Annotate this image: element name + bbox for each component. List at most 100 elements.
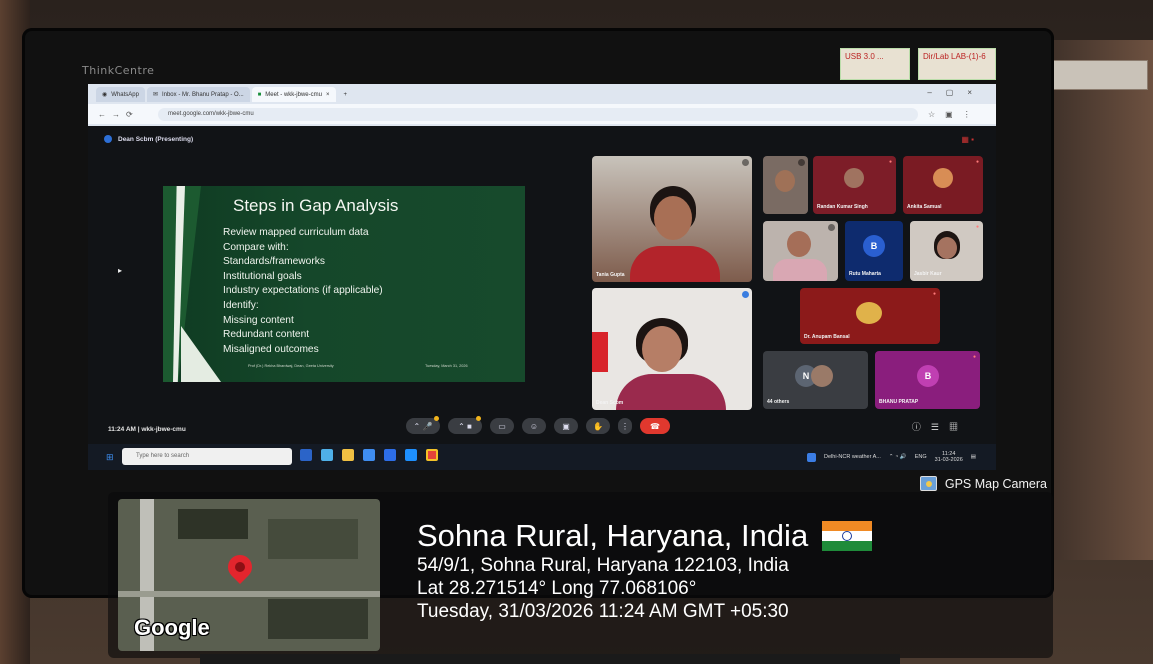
weather-label[interactable]: Delhi-NCR weather A...: [824, 454, 881, 460]
browser-chrome: ◉ WhatsApp ✉ Inbox - Mr. Bhanu Pratap - O.…: [88, 84, 996, 126]
side-panel-icons[interactable]: ⓘ☰▦: [912, 420, 968, 433]
map-block: [268, 599, 368, 639]
taskbar-search-input[interactable]: Type here to search: [122, 448, 292, 465]
clock-date: 31-03-2026: [934, 457, 963, 463]
mouse-pointer-icon: ▸: [118, 266, 123, 275]
slide-date: Tuesday, March 31, 2026: [425, 364, 468, 368]
participant-name: Dean Scbm: [596, 400, 624, 406]
layout-icon[interactable]: ▦ ▪: [961, 135, 974, 144]
window-controls[interactable]: –▢×: [927, 88, 986, 97]
mail-icon: ✉: [152, 92, 158, 98]
map-block: [178, 509, 248, 539]
mic-off-icon: [742, 159, 749, 166]
participant-face: [937, 237, 957, 259]
tab-whatsapp[interactable]: ◉ WhatsApp: [96, 87, 145, 102]
address-bar[interactable]: meet.google.com/wkk-jbwe-cmu: [158, 107, 918, 121]
mic-off-icon: ●: [932, 291, 936, 297]
participant-name: Tania Gupta: [596, 272, 625, 278]
warning-dot-icon: [434, 416, 439, 421]
participant-tile[interactable]: B ● BHANU PRATAP: [875, 351, 980, 409]
presentation-slide: Steps in Gap Analysis Review mapped curr…: [163, 186, 525, 382]
participant-tile[interactable]: ● Randan Kumar Singh: [813, 156, 896, 214]
participant-tile[interactable]: [763, 221, 838, 281]
participant-body: [616, 374, 726, 410]
whatsapp-icon: ◉: [102, 92, 108, 98]
warning-dot-icon: [476, 416, 481, 421]
participant-face: [811, 365, 833, 387]
google-logo: Google: [134, 615, 210, 640]
store-icon[interactable]: [363, 449, 375, 461]
slide-line: Identify:: [223, 299, 259, 311]
windows-start-icon[interactable]: ⊞: [106, 452, 114, 463]
slide-decor-corner: [181, 326, 221, 382]
participant-tile[interactable]: ● Dr. Anupam Bansal: [800, 288, 940, 344]
end-call-button[interactable]: ☎: [640, 418, 670, 434]
taskbar-clock[interactable]: 11:24 31-03-2026: [935, 451, 963, 463]
participant-tile[interactable]: Dean Scbm: [592, 288, 752, 410]
camera-button[interactable]: ⌃ ■: [448, 416, 482, 434]
raise-hand-button[interactable]: ✋: [586, 418, 610, 434]
gps-address: 54/9/1, Sohna Rural, Haryana 122103, Ind…: [417, 555, 789, 576]
tab-label: Meet - wkk-jbwe-cmu: [265, 91, 322, 98]
emoji-button[interactable]: ☺: [522, 418, 546, 434]
mail-app-icon[interactable]: [384, 449, 396, 461]
gps-camera-tag: GPS Map Camera: [919, 476, 1047, 491]
language-label[interactable]: ENG: [915, 454, 927, 460]
mic-button[interactable]: ⌃ 🎤: [406, 416, 440, 434]
slide-footer: Prof (Dr.) Rekha Bhardwaj, Dean, Geeta U…: [248, 364, 334, 368]
photos-icon[interactable]: [405, 449, 417, 461]
nav-buttons[interactable]: ←→⟳: [88, 110, 158, 119]
task-view-icon[interactable]: [300, 449, 312, 461]
tray-icons[interactable]: ⌃ ◔ 🔊: [889, 454, 907, 460]
participant-name: BHANU PRATAP: [879, 399, 919, 405]
wall-panel: [1043, 60, 1148, 90]
participant-avatar: [856, 302, 882, 324]
participant-tile[interactable]: ● Jasbir Kaur: [910, 221, 983, 281]
presenter-text: Dean Scbm (Presenting): [118, 135, 194, 143]
participant-tile[interactable]: B Rutu Maharta: [845, 221, 903, 281]
gps-info: Sohna Rural, Haryana, India 54/9/1, Sohn…: [417, 518, 873, 623]
participant-tile[interactable]: N 44 others: [763, 351, 868, 409]
slide-title: Steps in Gap Analysis: [233, 196, 399, 215]
new-tab-button[interactable]: +: [338, 87, 354, 102]
participant-tile[interactable]: [763, 156, 808, 214]
sticky-note-right: Dir/Lab LAB-(1)-6: [918, 48, 996, 80]
more-options-button[interactable]: ⋮: [618, 418, 632, 434]
address-row: ←→⟳ meet.google.com/wkk-jbwe-cmu ☆▣⋮: [88, 104, 996, 124]
meet-control-bar: 11:24 AM | wkk-jbwe-cmu ⌃ 🎤 ⌃ ■ ▭ ☺ ▣ ✋ …: [88, 416, 996, 444]
speaking-indicator-icon: [742, 291, 749, 298]
present-button[interactable]: ▣: [554, 418, 578, 434]
edge-icon[interactable]: [321, 449, 333, 461]
participant-body: [773, 259, 827, 281]
participant-name: Rutu Maharta: [849, 271, 881, 277]
participant-name: Dr. Anupam Bansal: [804, 334, 850, 340]
gps-camera-label: GPS Map Camera: [944, 476, 1047, 491]
tab-meet[interactable]: ■ Meet - wkk-jbwe-cmu ×: [251, 87, 336, 102]
weather-icon: [807, 452, 817, 462]
mic-off-icon: ●: [975, 159, 979, 165]
keyboard: [200, 654, 900, 664]
gps-place: Sohna Rural, Haryana, India: [417, 518, 873, 554]
banner-background: [592, 332, 608, 372]
wall-right: [1043, 40, 1153, 560]
participant-avatar: B: [863, 235, 885, 257]
close-icon[interactable]: ×: [326, 92, 330, 98]
slide-line: Industry expectations (if applicable): [223, 285, 383, 297]
mic-off-icon: ●: [888, 159, 892, 165]
slide-line: Compare with:: [223, 241, 289, 253]
participant-tile[interactable]: Tania Gupta: [592, 156, 752, 282]
slide-line: Institutional goals: [223, 270, 302, 282]
participant-face: [775, 170, 795, 192]
windows-taskbar: ⊞ Type here to search Delhi-NCR weather …: [88, 444, 996, 470]
chrome-icon[interactable]: [426, 449, 438, 461]
notification-icon[interactable]: ▤: [971, 454, 976, 460]
photo-scene: ThinkCentre USB 3.0 ... Dir/Lab LAB-(1)-…: [0, 0, 1153, 664]
toolbar-icons[interactable]: ☆▣⋮: [918, 110, 981, 119]
participant-tile[interactable]: ● Ankita Samual: [903, 156, 983, 214]
mic-off-icon: ●: [972, 354, 976, 360]
map-thumbnail: Google: [118, 499, 380, 651]
tab-inbox[interactable]: ✉ Inbox - Mr. Bhanu Pratap - O...: [146, 87, 250, 102]
control-buttons: ⌃ 🎤 ⌃ ■ ▭ ☺ ▣ ✋ ⋮ ☎: [406, 416, 670, 434]
captions-button[interactable]: ▭: [490, 418, 514, 434]
file-explorer-icon[interactable]: [342, 449, 354, 461]
